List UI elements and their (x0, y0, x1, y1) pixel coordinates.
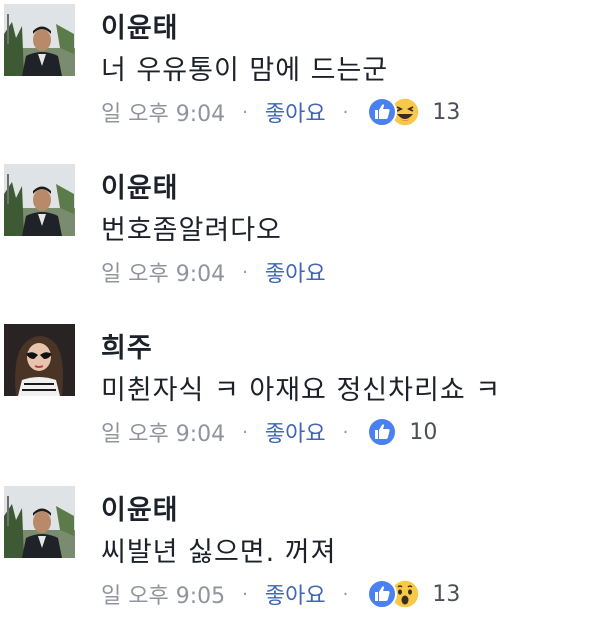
meta-separator: · (242, 261, 248, 283)
reaction-count: 10 (409, 419, 438, 445)
comment-timestamp[interactable]: 일 오후 9:04 (101, 416, 225, 448)
avatar[interactable] (4, 486, 75, 558)
avatar[interactable] (4, 164, 75, 236)
comment-item: 이윤태 번호좀알려다오 일 오후 9:04 · 좋아요 (0, 164, 600, 314)
comment-timestamp[interactable]: 일 오후 9:05 (101, 578, 225, 610)
comment-text: 씨발년 싫으면. 꺼져 (101, 537, 337, 568)
comment-author[interactable]: 이윤태 (101, 6, 179, 45)
comment-item: 희주 미췬자식 ㅋ 아재요 정신차리쇼 ㅋ 일 오후 9:04 · 좋아요 · … (0, 324, 600, 474)
meta-separator: · (242, 583, 248, 605)
meta-separator: · (342, 583, 349, 605)
comment-author[interactable]: 이윤태 (101, 166, 179, 205)
comment-timestamp[interactable]: 일 오후 9:04 (101, 256, 225, 288)
like-icon (367, 579, 398, 609)
reaction-count: 13 (432, 581, 461, 607)
like-button[interactable]: 좋아요 (265, 256, 326, 288)
meta-separator: · (342, 421, 349, 443)
reaction-count: 13 (432, 99, 461, 125)
avatar[interactable] (4, 4, 75, 76)
comment-meta: 일 오후 9:04 · 좋아요 · 13 (101, 94, 460, 130)
like-icon (367, 417, 398, 447)
comment-timestamp[interactable]: 일 오후 9:04 (101, 96, 225, 128)
avatar[interactable] (4, 324, 75, 396)
comment-meta: 일 오후 9:04 · 좋아요 (101, 254, 326, 290)
meta-separator: · (242, 101, 248, 123)
like-button[interactable]: 좋아요 (265, 96, 326, 128)
comment-text: 너 우유통이 맘에 드는군 (101, 55, 389, 86)
comment-item: 이윤태 씨발년 싫으면. 꺼져 일 오후 9:05 · 좋아요 · 13 (0, 486, 600, 636)
comment-author[interactable]: 이윤태 (101, 488, 179, 527)
comment-meta: 일 오후 9:04 · 좋아요 · 10 (101, 414, 437, 450)
comment-text: 미췬자식 ㅋ 아재요 정신차리쇼 ㅋ (101, 375, 502, 406)
reaction-summary[interactable]: 13 (367, 579, 460, 609)
comment-thread: 이윤태 너 우유통이 맘에 드는군 일 오후 9:04 · 좋아요 · 13 이… (0, 0, 600, 624)
reaction-summary[interactable]: 10 (367, 417, 437, 447)
like-icon (367, 97, 398, 127)
meta-separator: · (342, 101, 349, 123)
comment-text: 번호좀알려다오 (101, 215, 282, 246)
comment-author[interactable]: 희주 (101, 326, 153, 365)
like-button[interactable]: 좋아요 (265, 416, 326, 448)
comment-meta: 일 오후 9:05 · 좋아요 · 13 (101, 576, 460, 612)
like-button[interactable]: 좋아요 (265, 578, 326, 610)
meta-separator: · (242, 421, 248, 443)
reaction-summary[interactable]: 13 (367, 97, 460, 127)
comment-item: 이윤태 너 우유통이 맘에 드는군 일 오후 9:04 · 좋아요 · 13 (0, 4, 600, 154)
